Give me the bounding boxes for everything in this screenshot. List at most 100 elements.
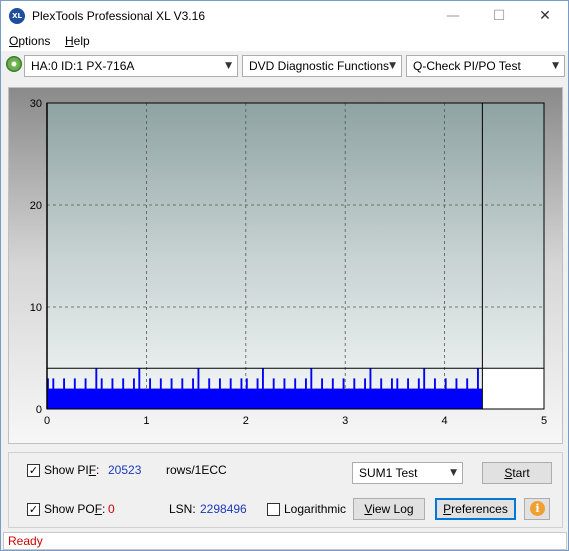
pi-bar xyxy=(127,388,130,409)
start-label: tart xyxy=(512,466,530,480)
pi-bar xyxy=(208,378,211,409)
pi-bar xyxy=(294,378,297,409)
title-bar[interactable]: XL PlexTools Professional XL V3.16 — ☐ ✕ xyxy=(1,1,568,31)
preferences-button[interactable]: Preferences xyxy=(435,498,516,520)
menu-options[interactable]: Options xyxy=(9,34,50,48)
show-pif-mnemonic: F xyxy=(88,463,97,477)
pi-bar xyxy=(331,378,334,409)
pi-bar xyxy=(321,378,324,409)
logarithmic-label: Logarithmic xyxy=(284,502,347,516)
pi-bar xyxy=(342,378,345,409)
pi-bar xyxy=(251,388,254,409)
pi-bar xyxy=(364,378,367,409)
pi-bar xyxy=(143,388,146,409)
preferences-label: references xyxy=(451,502,508,516)
logarithmic-checkbox[interactable] xyxy=(267,503,280,516)
pi-bar xyxy=(224,388,227,409)
show-pif-checkbox[interactable]: ✓ xyxy=(27,464,40,477)
pi-bar xyxy=(159,378,162,409)
pi-bar xyxy=(407,378,410,409)
menu-help[interactable]: Help xyxy=(65,34,90,48)
chevron-down-icon: ▼ xyxy=(225,61,232,71)
show-pof-mnemonic: F xyxy=(94,502,103,516)
pi-bar xyxy=(202,388,205,409)
menu-options-label: ptions xyxy=(18,34,51,48)
pi-bar xyxy=(337,388,340,409)
app-logo-icon: XL xyxy=(9,8,25,24)
pi-bar xyxy=(369,368,372,409)
results-panel: ✓ Show PIF: 20523 rows/1ECC SUM1 Test ▼ … xyxy=(8,452,563,528)
start-button[interactable]: Start xyxy=(482,462,552,484)
y-tick-label: 10 xyxy=(30,302,42,314)
pi-bar xyxy=(218,378,221,409)
pi-bar xyxy=(439,388,442,409)
x-tick-label: 4 xyxy=(442,415,448,427)
pi-bar xyxy=(57,388,60,409)
pif-unit: rows/1ECC xyxy=(166,463,227,477)
pi-bar xyxy=(455,378,458,409)
pi-bar xyxy=(68,388,71,409)
sum-test-select[interactable]: SUM1 Test ▼ xyxy=(352,462,463,484)
pi-bar xyxy=(267,388,270,409)
menu-help-label: elp xyxy=(73,34,90,48)
pi-bar xyxy=(111,378,114,409)
pi-bar xyxy=(347,388,350,409)
preferences-mnemonic: P xyxy=(443,502,452,516)
pi-bar xyxy=(52,378,55,409)
drive-select[interactable]: HA:0 ID:1 PX-716A ▼ xyxy=(24,55,238,77)
x-tick-label: 2 xyxy=(243,415,249,427)
pi-bar xyxy=(428,388,431,409)
minimize-button[interactable]: — xyxy=(430,1,476,31)
close-button[interactable]: ✕ xyxy=(522,1,568,31)
pi-bar xyxy=(401,388,404,409)
pi-po-chart: 0 1 2 3 4 5 0 10 20 30 xyxy=(30,98,547,427)
pi-bar xyxy=(433,378,436,409)
pi-bar xyxy=(380,378,383,409)
pi-bar xyxy=(106,388,109,409)
pi-bar xyxy=(272,378,275,409)
view-log-button[interactable]: View Log xyxy=(353,498,425,520)
pi-bar xyxy=(299,388,302,409)
menu-bar: Options Help xyxy=(1,31,568,51)
pi-bar xyxy=(450,388,453,409)
unscanned-area xyxy=(482,368,544,409)
drive-select-value: HA:0 ID:1 PX-716A xyxy=(31,59,135,73)
maximize-button[interactable]: ☐ xyxy=(476,1,522,31)
pi-bar xyxy=(374,388,377,409)
pi-bar xyxy=(154,388,157,409)
pi-bar xyxy=(132,378,135,409)
view-log-label: iew Log xyxy=(372,502,414,516)
pif-value: 20523 xyxy=(108,463,142,477)
pi-bar xyxy=(385,388,388,409)
show-pof-label: Show POF: xyxy=(44,502,105,516)
show-pof-label-suffix: : xyxy=(102,502,106,516)
lsn-value: 2298496 xyxy=(200,502,247,516)
pi-bar xyxy=(304,378,307,409)
x-tick-label: 3 xyxy=(342,415,348,427)
pi-bar xyxy=(353,378,356,409)
pi-bar xyxy=(315,388,318,409)
pi-bar xyxy=(84,378,87,409)
sum-test-select-value: SUM1 Test xyxy=(359,466,418,480)
info-button[interactable]: i xyxy=(524,498,550,520)
pi-bar xyxy=(197,368,200,409)
pi-bar xyxy=(412,388,415,409)
pi-bar xyxy=(122,378,125,409)
function-select[interactable]: DVD Diagnostic Functions ▼ xyxy=(242,55,402,77)
pi-bar xyxy=(192,378,195,409)
app-window: XL PlexTools Professional XL V3.16 — ☐ ✕… xyxy=(0,0,569,551)
pi-bar xyxy=(245,378,248,409)
plot-area xyxy=(47,103,544,409)
pi-bar xyxy=(471,388,474,409)
test-select[interactable]: Q-Check PI/PO Test ▼ xyxy=(406,55,565,77)
show-pof-checkbox[interactable]: ✓ xyxy=(27,503,40,516)
status-bar: Ready xyxy=(3,532,567,550)
pof-value: 0 xyxy=(108,502,115,516)
pi-bar xyxy=(390,378,393,409)
pi-bar xyxy=(326,388,329,409)
x-tick-label: 5 xyxy=(541,415,547,427)
y-tick-label: 20 xyxy=(30,200,42,212)
pi-bar xyxy=(466,378,469,409)
window-title: PlexTools Professional XL V3.16 xyxy=(32,9,205,23)
toolbar: HA:0 ID:1 PX-716A ▼ DVD Diagnostic Funct… xyxy=(1,52,568,82)
